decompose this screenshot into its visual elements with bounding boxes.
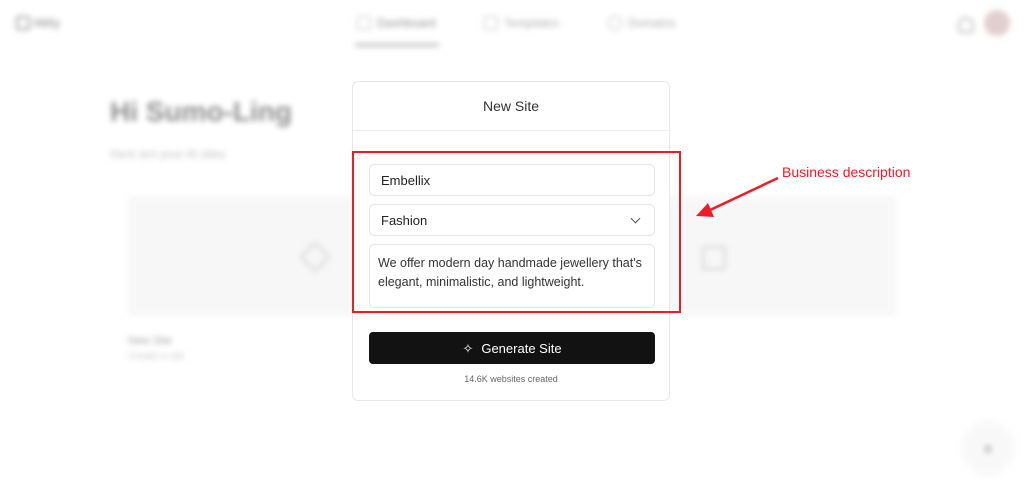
annotation-arrow <box>696 176 779 217</box>
